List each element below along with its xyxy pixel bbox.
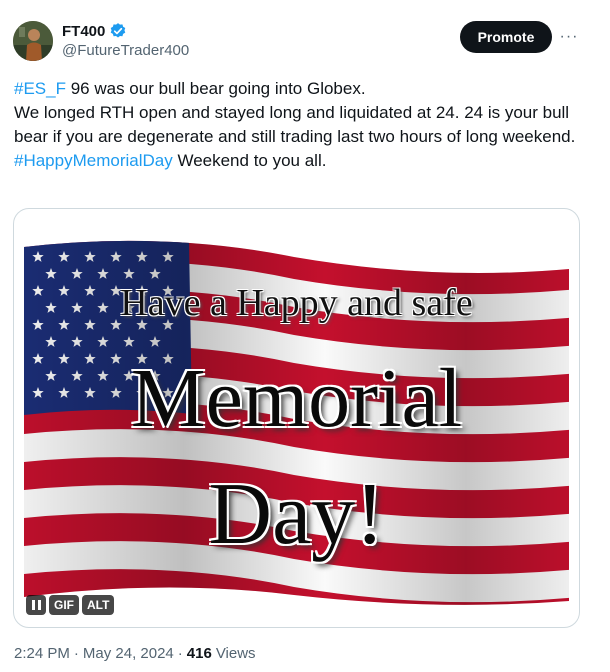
verified-badge-icon[interactable] xyxy=(109,22,127,40)
gif-title-text: Have a Happy and safe xyxy=(120,282,473,324)
tweet: FT400 @FutureTrader400 Promote ··· #ES_F… xyxy=(0,0,610,672)
tweet-line-2: We longed RTH open and stayed long and l… xyxy=(14,103,576,146)
gif-badge[interactable]: GIF xyxy=(49,595,79,615)
more-options-icon[interactable]: ··· xyxy=(556,25,582,49)
avatar-image xyxy=(13,21,53,61)
tweet-line-3: #HappyMemorialDay Weekend to you all. xyxy=(14,149,584,173)
tweet-line-1-text: 96 was our bull bear going into Globex. xyxy=(65,79,366,98)
author-name-row: FT400 xyxy=(62,22,127,40)
gif-word-day: Day! xyxy=(208,466,385,563)
pause-icon[interactable] xyxy=(26,595,46,615)
author-display-name[interactable]: FT400 xyxy=(62,23,105,40)
tweet-text: #ES_F 96 was our bull bear going into Gl… xyxy=(14,77,584,173)
tweet-line-1: #ES_F 96 was our bull bear going into Gl… xyxy=(14,77,584,101)
media-controls: GIF ALT xyxy=(26,595,115,615)
views-label: Views xyxy=(215,645,256,662)
meta-separator: · xyxy=(73,645,79,662)
alt-badge[interactable]: ALT xyxy=(82,595,115,615)
tweet-time[interactable]: 2:24 PM xyxy=(14,645,70,662)
meta-separator-2: · xyxy=(177,645,183,662)
hashtag-happy-memorial-day[interactable]: #HappyMemorialDay xyxy=(14,151,173,170)
hashtag-es-f[interactable]: #ES_F xyxy=(14,79,66,98)
gif-word-memorial: Memorial xyxy=(130,352,463,445)
views-count[interactable]: 416 xyxy=(187,645,212,662)
avatar[interactable] xyxy=(13,21,53,61)
tweet-date[interactable]: May 24, 2024 xyxy=(83,645,174,662)
author-handle[interactable]: @FutureTrader400 xyxy=(62,42,189,59)
gif-media[interactable]: Have a Happy and safe Memorial Day! GIF … xyxy=(13,208,580,628)
tweet-line-3-text: Weekend to you all. xyxy=(172,151,327,170)
tweet-meta: 2:24 PM · May 24, 2024 · 416 Views xyxy=(14,645,256,662)
promote-button[interactable]: Promote xyxy=(460,21,552,53)
